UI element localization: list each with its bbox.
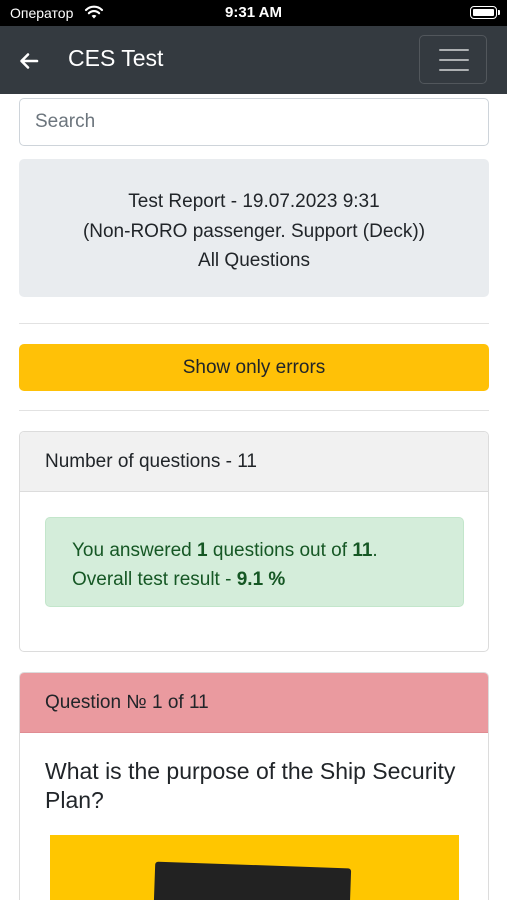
report-summary: Test Report - 19.07.2023 9:31 (Non-RORO … [19, 159, 489, 297]
navbar: CES Test [0, 26, 507, 94]
question-header: Question № 1 of 11 [20, 673, 488, 733]
report-position: (Non-RORO passenger. Support (Deck)) [82, 220, 426, 242]
book-illustration [152, 861, 352, 900]
divider [19, 323, 489, 324]
summary-card: Number of questions - 11 You answered 1 … [19, 431, 489, 652]
search-input[interactable] [19, 98, 489, 146]
status-time: 9:31 AM [225, 4, 282, 21]
divider [19, 410, 489, 411]
hamburger-icon-bar [439, 49, 469, 51]
answered-suffix: . [372, 540, 378, 561]
report-title: Test Report - 19.07.2023 9:31 [128, 191, 380, 212]
question-card: Question № 1 of 11 What is the purpose o… [19, 672, 489, 900]
question-image [50, 835, 459, 900]
hamburger-icon-bar [439, 69, 469, 71]
report-scope: All Questions [198, 250, 310, 271]
result-value: 9.1 % [236, 569, 286, 590]
menu-toggle-button[interactable] [419, 35, 487, 84]
show-only-errors-button[interactable]: Show only errors [19, 344, 489, 391]
status-bar: Оператор 9:31 AM [0, 0, 507, 26]
battery-icon [470, 6, 500, 19]
page-title: CES Test [68, 45, 164, 71]
result-alert: You answered 1 questions out of 11. Over… [45, 517, 464, 607]
answered-count: 1 [197, 540, 208, 561]
answered-prefix: You answered [72, 540, 198, 561]
answered-middle: questions out of [207, 540, 353, 561]
question-text: What is the purpose of the Ship Security… [45, 758, 456, 813]
overall-result: Overall test result - 9.1 % [72, 565, 463, 594]
hamburger-icon-bar [439, 59, 469, 61]
answered-summary: You answered 1 questions out of 11. [72, 536, 463, 565]
back-arrow-icon[interactable] [18, 50, 40, 72]
question-count-header: Number of questions - 11 [20, 432, 488, 492]
result-prefix: Overall test result - [72, 569, 237, 590]
total-count: 11 [352, 540, 373, 561]
